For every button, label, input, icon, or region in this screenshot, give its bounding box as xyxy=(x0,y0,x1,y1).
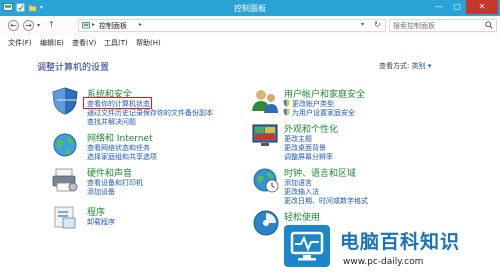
search-icon[interactable] xyxy=(485,21,493,30)
maximize-button[interactable]: □ xyxy=(448,0,466,14)
recent-pages-icon[interactable]: ▾ xyxy=(37,22,40,29)
menu-bar: 文件(F) 编辑(E) 查看(V) 工具(T) 帮助(H) xyxy=(0,36,500,48)
breadcrumb-separator-icon[interactable]: ▸ xyxy=(92,21,95,28)
network-globe-icon[interactable] xyxy=(50,131,80,159)
up-arrow-icon[interactable]: ↑ xyxy=(48,20,55,29)
window-title: 控制面板 xyxy=(234,4,266,13)
menu-help[interactable]: 帮助(H) xyxy=(136,38,161,48)
pulse-monitor-icon xyxy=(290,231,324,261)
address-field[interactable]: ▸ 控制面板 ▸ ▾ ↻ xyxy=(78,19,386,32)
menu-view[interactable]: 查看(V) xyxy=(72,38,96,48)
close-button[interactable]: ✕ xyxy=(466,0,498,14)
breadcrumb-separator-icon[interactable]: ▸ xyxy=(139,21,142,28)
back-button[interactable]: ← xyxy=(8,20,19,31)
page-title: 调整计算机的设置 xyxy=(37,63,110,73)
uninstall-program-link[interactable]: 卸载程序 xyxy=(87,217,115,227)
minimize-button[interactable]: — xyxy=(430,0,448,14)
programs-icon[interactable] xyxy=(52,204,78,230)
appearance-monitor-icon[interactable] xyxy=(250,122,280,150)
uac-shield-icon xyxy=(283,99,290,107)
address-bar: ← → ▾ ↑ ▸ 控制面板 ▸ ▾ ↻ xyxy=(0,16,500,36)
ease-of-access-icon[interactable] xyxy=(252,209,280,237)
breadcrumb-control-panel[interactable]: 控制面板 xyxy=(99,21,127,31)
forward-button[interactable]: → xyxy=(23,20,34,31)
change-date-time-format-link[interactable]: 更改日期、时间或数字格式 xyxy=(284,196,368,206)
add-device-link[interactable]: 添加设备 xyxy=(87,187,115,197)
troubleshoot-link[interactable]: 查找并解决问题 xyxy=(87,117,136,127)
menu-tools[interactable]: 工具(T) xyxy=(104,38,128,48)
system-security-shield-icon[interactable] xyxy=(50,86,80,116)
view-by: 查看方式: 类别 ▾ xyxy=(379,61,431,71)
view-by-label: 查看方式: xyxy=(379,62,410,70)
watermark-title: 电脑百科知识 xyxy=(340,231,461,253)
watermark-url: www.pc-daily.com xyxy=(343,257,424,267)
control-panel-small-icon xyxy=(82,22,90,29)
title-bar: ▾ 控制面板 — □ ✕ xyxy=(0,0,500,16)
family-safety-link[interactable]: 为用户设置家庭安全 xyxy=(292,108,355,118)
homegroup-sharing-link[interactable]: 选择家庭组和共享选项 xyxy=(87,152,157,162)
search-input[interactable] xyxy=(390,20,483,31)
search-box[interactable] xyxy=(389,19,497,32)
view-by-dropdown[interactable]: 类别 ▾ xyxy=(412,62,432,70)
hardware-printer-icon[interactable] xyxy=(50,166,80,194)
menu-edit[interactable]: 编辑(E) xyxy=(40,38,64,48)
refresh-icon[interactable]: ↻ xyxy=(374,20,381,29)
address-dropdown-icon[interactable]: ▾ xyxy=(361,21,364,28)
clock-globe-icon[interactable] xyxy=(252,166,280,194)
ease-of-access-title[interactable]: 轻松使用 xyxy=(284,210,320,223)
user-accounts-icon[interactable] xyxy=(250,87,280,115)
uac-shield-icon xyxy=(283,108,290,116)
watermark-logo xyxy=(284,225,330,267)
menu-file[interactable]: 文件(F) xyxy=(8,38,32,48)
adjust-resolution-link[interactable]: 调整屏幕分辨率 xyxy=(284,152,333,162)
